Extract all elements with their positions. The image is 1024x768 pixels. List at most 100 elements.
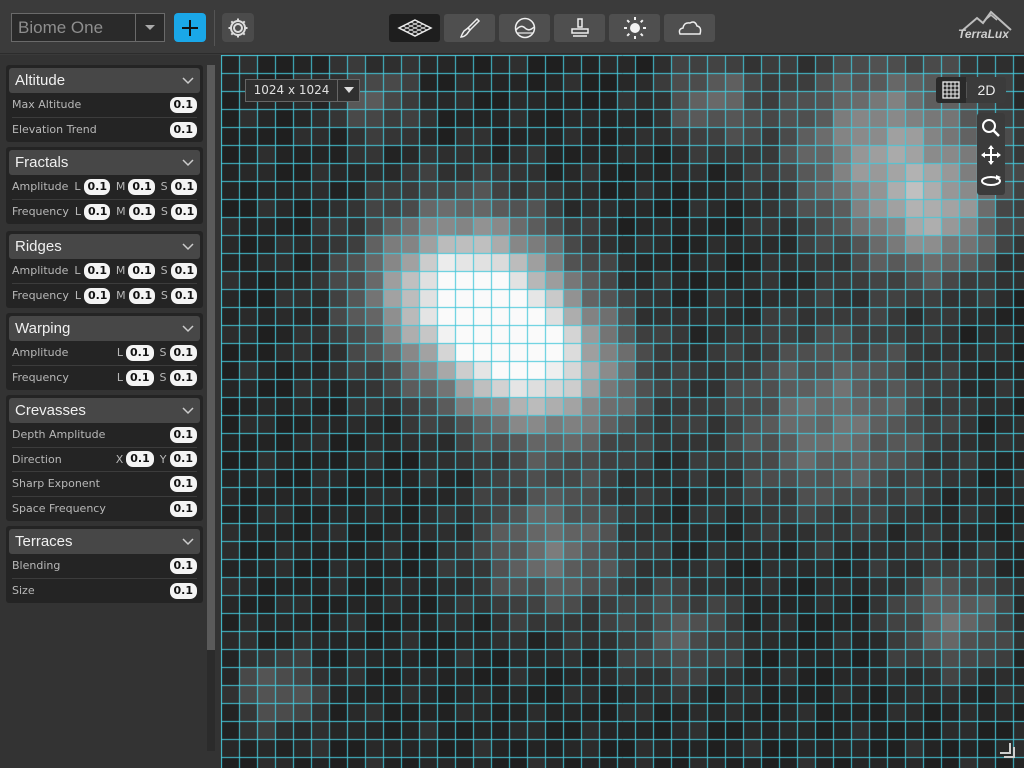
panel-title: Warping bbox=[15, 320, 71, 337]
parameters-sidebar: Altitude Max Altitude 0.1 Elevation Trend 0.… bbox=[0, 55, 220, 768]
grid-toggle-button[interactable] bbox=[936, 77, 966, 103]
param-row: Elevation Trend 0.1 bbox=[12, 118, 197, 143]
zoom-icon[interactable] bbox=[981, 118, 1001, 138]
param-row: Direction X 0.1 Y 0.1 bbox=[12, 448, 197, 472]
chevron-down-icon[interactable] bbox=[182, 406, 194, 415]
param-value-field[interactable]: 0.1 bbox=[169, 121, 197, 138]
param-value-field[interactable]: 0.1 bbox=[128, 203, 155, 220]
param-row: Depth Amplitude 0.1 bbox=[12, 423, 197, 448]
param-row: Sharp Exponent 0.1 bbox=[12, 472, 197, 497]
param-label: Depth Amplitude bbox=[12, 428, 106, 442]
param-value-field[interactable]: 0.1 bbox=[83, 203, 111, 220]
panel-header[interactable]: Crevasses bbox=[9, 398, 200, 423]
param-value-field[interactable]: 0.1 bbox=[169, 96, 197, 113]
param-value-field[interactable]: 0.1 bbox=[170, 287, 198, 304]
panel-fractals: Fractals Amplitude L 0.1 M 0.1 S 0.1 Frequency L 0… bbox=[6, 147, 203, 224]
param-sub-label: S bbox=[160, 289, 168, 303]
param-sub-label: M bbox=[115, 264, 126, 278]
landscape-tool-button[interactable] bbox=[499, 14, 550, 42]
chevron-down-icon[interactable] bbox=[337, 80, 359, 101]
param-value-field[interactable]: 0.1 bbox=[170, 178, 197, 195]
terrain-tool-button[interactable] bbox=[389, 14, 440, 42]
param-row: Blending 0.1 bbox=[12, 554, 197, 579]
add-biome-button[interactable] bbox=[174, 13, 206, 42]
param-label: Amplitude bbox=[12, 264, 69, 278]
param-sub-label: L bbox=[74, 289, 81, 303]
param-row: Frequency L 0.1 S 0.1 bbox=[12, 366, 197, 391]
settings-button[interactable] bbox=[222, 13, 254, 42]
panel-header[interactable]: Altitude bbox=[9, 68, 200, 93]
param-sub-label: M bbox=[116, 289, 126, 303]
heightmap-canvas[interactable] bbox=[221, 55, 1024, 768]
sidebar-scrollbar-thumb[interactable] bbox=[207, 65, 215, 650]
biome-dropdown[interactable]: Biome One bbox=[11, 13, 165, 42]
param-label: Amplitude bbox=[12, 180, 69, 194]
chevron-down-icon[interactable] bbox=[182, 324, 194, 333]
param-value-field[interactable]: 0.1 bbox=[169, 582, 197, 599]
param-sub-label: S bbox=[159, 371, 167, 385]
panel-header[interactable]: Terraces bbox=[9, 529, 200, 554]
param-value-field[interactable]: 0.1 bbox=[169, 475, 197, 492]
param-row: Amplitude L 0.1 S 0.1 bbox=[12, 341, 197, 366]
param-value-field[interactable]: 0.1 bbox=[126, 451, 154, 468]
param-row: Amplitude L 0.1 M 0.1 S 0.1 bbox=[12, 259, 197, 284]
param-sub-label: L bbox=[74, 205, 81, 219]
param-value-field[interactable]: 0.1 bbox=[169, 369, 197, 386]
param-label: Amplitude bbox=[12, 346, 69, 360]
param-label: Frequency bbox=[12, 205, 69, 219]
panel-title: Crevasses bbox=[15, 402, 86, 419]
param-value-field[interactable]: 0.1 bbox=[169, 451, 197, 468]
param-row: Amplitude L 0.1 M 0.1 S 0.1 bbox=[12, 175, 197, 200]
sky-tool-button[interactable] bbox=[664, 14, 715, 42]
param-value-field[interactable]: 0.1 bbox=[170, 203, 198, 220]
param-sub-label: S bbox=[160, 205, 168, 219]
param-value-field[interactable]: 0.1 bbox=[126, 369, 154, 386]
param-sub-label: X bbox=[115, 452, 124, 466]
plus-icon bbox=[182, 19, 198, 36]
param-value-field[interactable]: 0.1 bbox=[169, 344, 197, 361]
sidebar-scrollbar[interactable] bbox=[207, 65, 215, 751]
mode-toolbar bbox=[389, 14, 715, 42]
chevron-down-icon[interactable] bbox=[182, 537, 194, 546]
grid-icon bbox=[942, 81, 960, 99]
navigation-tools bbox=[977, 113, 1005, 195]
panel-header[interactable]: Ridges bbox=[9, 234, 200, 259]
chevron-down-icon[interactable] bbox=[182, 76, 194, 85]
panel-header[interactable]: Fractals bbox=[9, 150, 200, 175]
stamp-icon bbox=[570, 18, 589, 37]
chevron-down-icon[interactable] bbox=[135, 14, 164, 41]
param-row: Max Altitude 0.1 bbox=[12, 93, 197, 118]
stamp-tool-button[interactable] bbox=[554, 14, 605, 42]
pan-icon[interactable] bbox=[981, 144, 1001, 165]
param-value-field[interactable]: 0.1 bbox=[83, 262, 110, 279]
chevron-down-icon[interactable] bbox=[182, 158, 194, 167]
param-label: Direction bbox=[12, 452, 62, 466]
terrain-viewport[interactable]: 1024 x 1024 2D bbox=[221, 55, 1024, 768]
param-label: Space Frequency bbox=[12, 502, 106, 516]
param-value-field[interactable]: 0.1 bbox=[128, 262, 155, 279]
param-row: Size 0.1 bbox=[12, 579, 197, 604]
param-value-field[interactable]: 0.1 bbox=[169, 426, 197, 443]
paint-tool-button[interactable] bbox=[444, 14, 495, 42]
param-value-field[interactable]: 0.1 bbox=[169, 500, 197, 517]
panel-title: Fractals bbox=[15, 154, 69, 171]
param-label: Size bbox=[12, 584, 35, 598]
param-value-field[interactable]: 0.1 bbox=[83, 178, 110, 195]
chevron-down-icon[interactable] bbox=[182, 242, 194, 251]
resize-corner-icon[interactable] bbox=[996, 739, 1016, 759]
resolution-dropdown[interactable]: 1024 x 1024 bbox=[245, 79, 360, 102]
view-mode-2d-button[interactable]: 2D bbox=[966, 82, 1006, 98]
param-row: Frequency L 0.1 M 0.1 S 0.1 bbox=[12, 284, 198, 309]
param-label: Max Altitude bbox=[12, 98, 82, 112]
param-value-field[interactable]: 0.1 bbox=[170, 262, 197, 279]
rotate-icon[interactable] bbox=[980, 172, 1002, 190]
panel-header[interactable]: Warping bbox=[9, 316, 200, 341]
param-value-field[interactable]: 0.1 bbox=[128, 178, 155, 195]
lighting-tool-button[interactable] bbox=[609, 14, 660, 42]
param-value-field[interactable]: 0.1 bbox=[169, 557, 197, 574]
param-value-field[interactable]: 0.1 bbox=[83, 287, 111, 304]
param-sub-label: L bbox=[74, 264, 81, 278]
param-value-field[interactable]: 0.1 bbox=[128, 287, 155, 304]
panel-crevasses: Crevasses Depth Amplitude 0.1 Direction X 0.1… bbox=[6, 395, 203, 521]
param-value-field[interactable]: 0.1 bbox=[126, 344, 154, 361]
